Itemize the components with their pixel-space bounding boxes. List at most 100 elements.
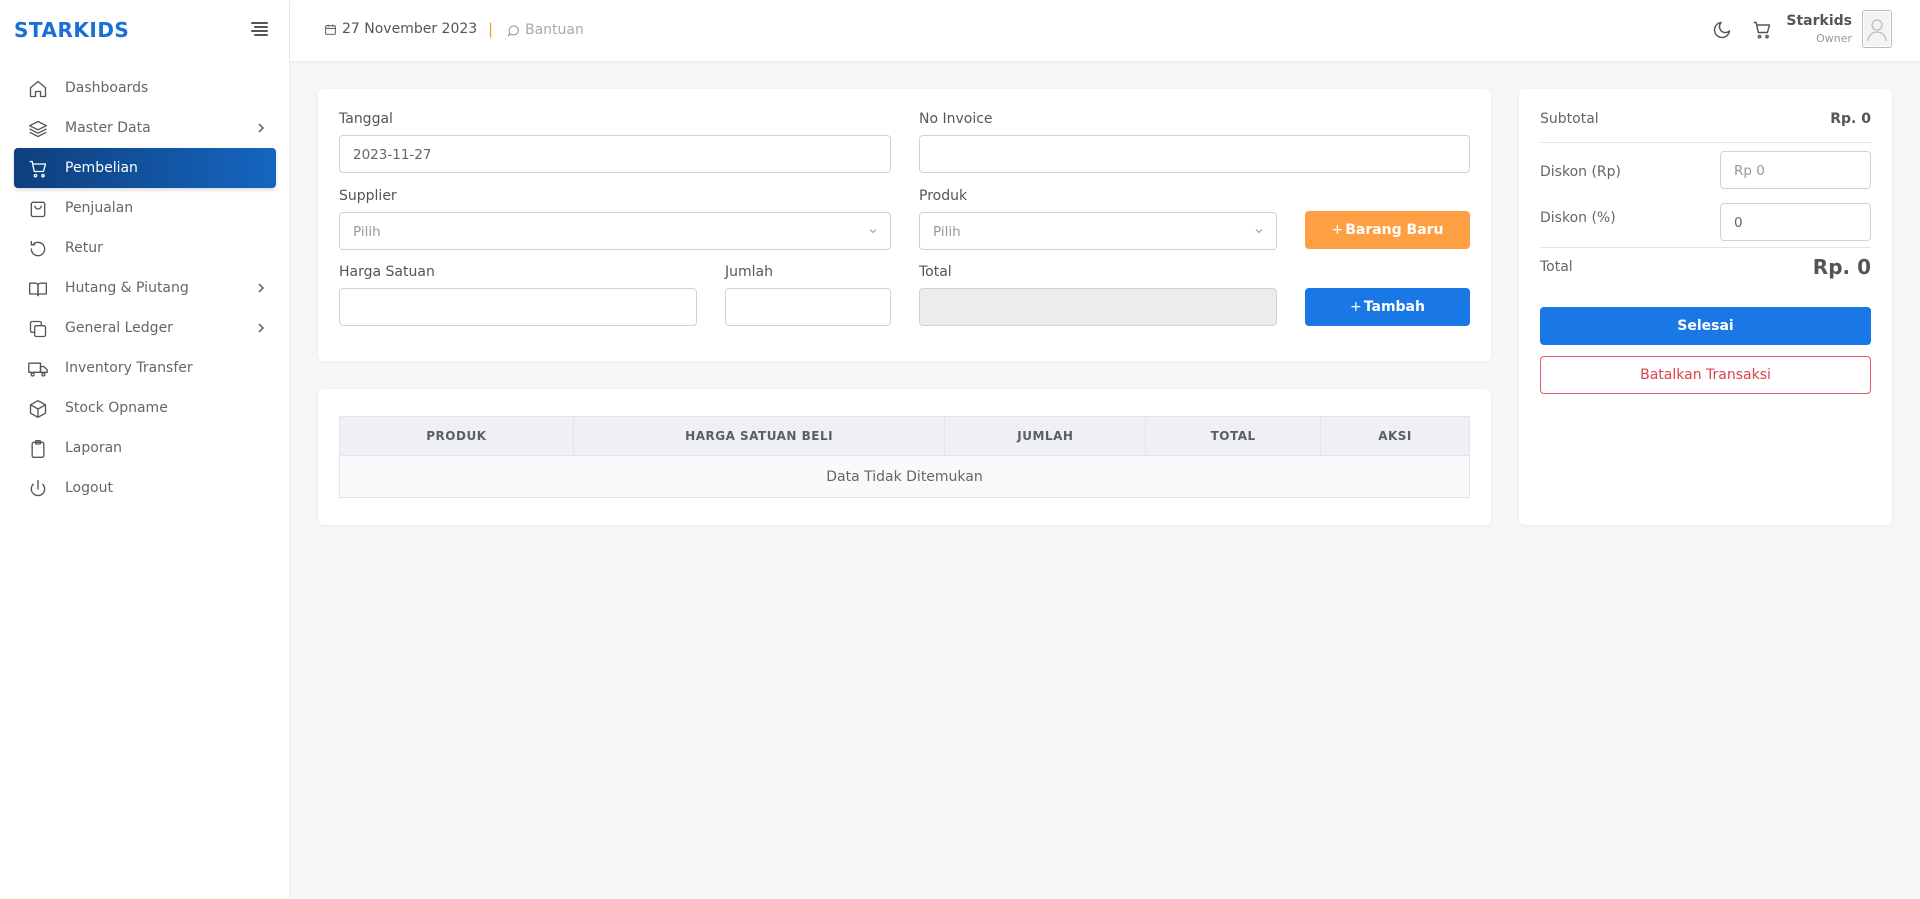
- sidebar-item-retur[interactable]: Retur: [14, 228, 276, 268]
- diskon-pct-input[interactable]: 0: [1720, 203, 1871, 241]
- harga-input[interactable]: [339, 288, 697, 326]
- column-header-aksi: AKSI: [1320, 416, 1470, 456]
- divider: [1540, 142, 1871, 143]
- table-row: Data Tidak Ditemukan: [339, 455, 1470, 498]
- chevron-right-icon: [258, 323, 264, 333]
- chevron-down-icon: [1255, 229, 1263, 234]
- purchase-form-card: Tanggal 2023-11-27 No Invoice Supplier P…: [318, 89, 1491, 361]
- chevron-down-icon: [869, 229, 877, 234]
- menu-toggle-icon[interactable]: [251, 22, 268, 36]
- diskon-rp-label: Diskon (Rp): [1540, 164, 1621, 180]
- supplier-select[interactable]: Pilih: [339, 212, 891, 250]
- column-header-jumlah: JUMLAH: [944, 416, 1147, 456]
- sidebar-item-label: Stock Opname: [65, 400, 168, 416]
- total-value: Rp. 0: [1812, 255, 1871, 279]
- cart-icon: [29, 160, 47, 178]
- chat-icon: [507, 24, 519, 36]
- produk-select-value: Pilih: [933, 224, 961, 240]
- copy-icon: [29, 320, 47, 338]
- sidebar-item-master-data[interactable]: Master Data: [14, 108, 276, 148]
- sidebar-item-dashboards[interactable]: Dashboards: [14, 68, 276, 108]
- sidebar-item-hutang-piutang[interactable]: Hutang & Piutang: [14, 268, 276, 308]
- harga-label: Harga Satuan: [339, 264, 435, 280]
- cart-icon[interactable]: [1752, 20, 1772, 40]
- items-table: PRODUK HARGA SATUAN BELI JUMLAH TOTAL AK…: [339, 416, 1470, 498]
- chevron-right-icon: [258, 123, 264, 133]
- book-icon: [29, 282, 47, 297]
- layers-icon: [29, 120, 47, 138]
- subtotal-label: Subtotal: [1540, 111, 1599, 127]
- power-icon: [30, 480, 46, 497]
- total-label: Total: [919, 264, 952, 280]
- date-text: 27 November 2023: [342, 21, 478, 37]
- sidebar-item-penjualan[interactable]: Penjualan: [14, 188, 276, 228]
- sidebar-item-inventory-transfer[interactable]: Inventory Transfer: [14, 348, 276, 388]
- user-name: Starkids: [1786, 13, 1852, 29]
- tambah-label: Tambah: [1363, 299, 1425, 315]
- total-input: [919, 288, 1277, 326]
- batalkan-label: Batalkan Transaksi: [1640, 367, 1771, 383]
- sidebar: STARKIDS Dashboards Master Data Pembelia…: [0, 0, 290, 899]
- clipboard-icon: [31, 440, 45, 458]
- chevron-right-icon: [258, 283, 264, 293]
- sidebar-item-label: Penjualan: [65, 200, 134, 216]
- plus-icon: +: [1331, 222, 1344, 238]
- tanggal-label: Tanggal: [339, 111, 393, 127]
- produk-select[interactable]: Pilih: [919, 212, 1277, 250]
- sidebar-item-logout[interactable]: Logout: [14, 468, 276, 508]
- sidebar-item-pembelian[interactable]: Pembelian: [14, 148, 276, 188]
- sidebar-item-label: Inventory Transfer: [65, 360, 193, 376]
- divider: [1540, 247, 1871, 248]
- tanggal-input[interactable]: 2023-11-27: [339, 135, 891, 173]
- help-text: Bantuan: [525, 22, 584, 38]
- selesai-label: Selesai: [1677, 318, 1734, 334]
- sidebar-item-label: Hutang & Piutang: [65, 280, 189, 296]
- sidebar-menu: Dashboards Master Data Pembelian Penjual…: [14, 68, 276, 508]
- invoice-input[interactable]: [919, 135, 1470, 173]
- subtotal-value: Rp. 0: [1830, 111, 1871, 127]
- column-header-total: TOTAL: [1145, 416, 1322, 456]
- user-role: Owner: [1816, 32, 1852, 45]
- column-header-harga: HARGA SATUAN BELI: [572, 416, 946, 456]
- sidebar-item-label: Master Data: [65, 120, 151, 136]
- topbar: 27 November 2023 | Bantuan Starkids Owne…: [290, 0, 1920, 61]
- selesai-button[interactable]: Selesai: [1540, 307, 1871, 345]
- total-label: Total: [1540, 259, 1573, 275]
- box-icon: [29, 400, 47, 418]
- brand-logo[interactable]: STARKIDS: [14, 18, 129, 42]
- barang-baru-label: Barang Baru: [1345, 222, 1444, 238]
- column-header-produk: PRODUK: [339, 416, 574, 456]
- current-date: 27 November 2023: [324, 21, 477, 37]
- sidebar-item-label: Dashboards: [65, 80, 149, 96]
- sidebar-item-stock-opname[interactable]: Stock Opname: [14, 388, 276, 428]
- rotate-icon: [30, 240, 46, 257]
- shopping-bag-icon: [30, 201, 46, 218]
- tambah-button[interactable]: + Tambah: [1305, 288, 1470, 326]
- user-icon: [1867, 19, 1887, 42]
- divider: |: [488, 20, 494, 38]
- home-icon: [29, 80, 47, 98]
- items-table-card: PRODUK HARGA SATUAN BELI JUMLAH TOTAL AK…: [318, 389, 1491, 525]
- plus-icon: +: [1350, 299, 1362, 315]
- sidebar-item-label: Laporan: [65, 440, 123, 456]
- sidebar-item-general-ledger[interactable]: General Ledger: [14, 308, 276, 348]
- truck-icon: [28, 362, 48, 377]
- jumlah-input[interactable]: [725, 288, 891, 326]
- diskon-rp-input[interactable]: Rp 0: [1720, 151, 1871, 189]
- sidebar-item-label: Retur: [65, 240, 103, 256]
- barang-baru-button[interactable]: + Barang Baru: [1305, 211, 1470, 249]
- help-link[interactable]: Bantuan: [507, 22, 584, 38]
- jumlah-label: Jumlah: [725, 264, 773, 280]
- sidebar-item-laporan[interactable]: Laporan: [14, 428, 276, 468]
- sidebar-item-label: General Ledger: [65, 320, 173, 336]
- avatar[interactable]: [1862, 10, 1892, 48]
- supplier-select-value: Pilih: [353, 224, 381, 240]
- invoice-label: No Invoice: [919, 111, 993, 127]
- dark-mode-moon-icon[interactable]: [1712, 20, 1732, 40]
- summary-card: Subtotal Rp. 0 Diskon (Rp) Rp 0 Diskon (…: [1519, 89, 1892, 525]
- supplier-label: Supplier: [339, 188, 397, 204]
- sidebar-item-label: Pembelian: [65, 160, 138, 176]
- calendar-icon: [325, 24, 336, 35]
- sidebar-item-label: Logout: [65, 480, 113, 496]
- batalkan-transaksi-button[interactable]: Batalkan Transaksi: [1540, 356, 1871, 394]
